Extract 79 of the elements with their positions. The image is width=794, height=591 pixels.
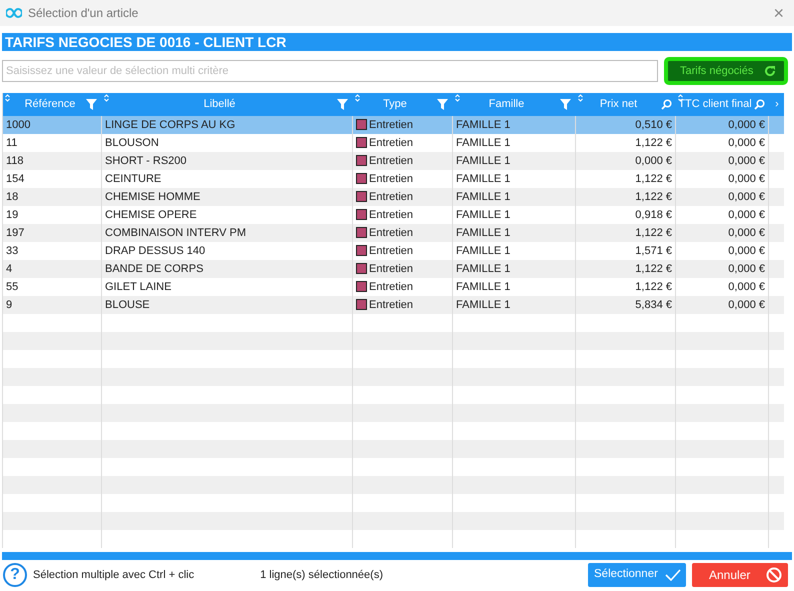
panel-title: TARIFS NEGOCIES DE 0016 - CLIENT LCR <box>2 33 792 51</box>
table-row[interactable]: 18 CHEMISE HOMME Entretien FAMILLE 1 1,122 € 0,000 € <box>3 188 784 206</box>
refresh-icon <box>764 65 776 77</box>
window-title: Sélection d'un article <box>28 5 138 22</box>
table-cell: BLOUSE <box>102 296 353 314</box>
column-header[interactable]: TTC client final <box>676 93 769 116</box>
type-label: Entretien <box>369 245 414 257</box>
type-label: Entretien <box>369 137 414 149</box>
table-cell: 118 <box>3 152 102 170</box>
filter-icon[interactable] <box>437 99 448 110</box>
column-header[interactable]: Famille <box>453 93 576 116</box>
type-label: Entretien <box>369 281 414 293</box>
help-text: Sélection multiple avec Ctrl + clic <box>33 568 194 583</box>
close-button[interactable]: × <box>769 4 788 22</box>
table-cell: 5,834 € <box>576 296 676 314</box>
type-label: Entretien <box>369 173 414 185</box>
search-icon[interactable] <box>661 99 672 110</box>
table-cell: 9 <box>3 296 102 314</box>
type-label: Entretien <box>369 263 414 275</box>
table-row[interactable]: 197 COMBINAISON INTERV PM Entretien FAMILLE 1 1,122 € 0,000 € <box>3 224 784 242</box>
column-header[interactable]: Référence <box>3 93 102 116</box>
table-cell: FAMILLE 1 <box>453 188 576 206</box>
table-cell: 1000 <box>3 116 102 134</box>
table-cell: 18 <box>3 188 102 206</box>
app-logo-icon <box>6 8 22 18</box>
table-cell: 0,510 € <box>576 116 676 134</box>
table-cell: 0,000 € <box>676 188 769 206</box>
prohibited-icon <box>766 567 782 583</box>
table-cell: 1,122 € <box>576 260 676 278</box>
table-cell: FAMILLE 1 <box>453 224 576 242</box>
filter-icon[interactable] <box>86 99 97 110</box>
check-icon <box>665 569 681 581</box>
table-cell: FAMILLE 1 <box>453 152 576 170</box>
table-cell: 0,000 € <box>576 152 676 170</box>
table-row[interactable]: 9 BLOUSE Entretien FAMILLE 1 5,834 € 0,000 € <box>3 296 784 314</box>
cancel-button[interactable]: Annuler <box>692 563 788 587</box>
table-cell: 1,122 € <box>576 188 676 206</box>
filter-icon[interactable] <box>337 99 348 110</box>
sort-icon[interactable] <box>355 94 360 102</box>
table-cell: SHORT - RS200 <box>102 152 353 170</box>
table-cell: FAMILLE 1 <box>453 260 576 278</box>
selection-status: 1 ligne(s) sélectionnée(s) <box>260 568 383 583</box>
table-cell: 1,122 € <box>576 224 676 242</box>
sort-icon[interactable] <box>104 94 109 102</box>
search-icon[interactable] <box>754 99 765 110</box>
sort-icon[interactable] <box>578 94 583 102</box>
type-label: Entretien <box>369 119 414 131</box>
type-label: Entretien <box>369 191 414 203</box>
search-field[interactable]: Saisissez une valeur de sélection multi critère <box>2 60 658 82</box>
table-cell: FAMILLE 1 <box>453 116 576 134</box>
sort-icon[interactable] <box>5 94 10 102</box>
select-button[interactable]: Sélectionner <box>588 563 686 587</box>
sort-icon[interactable] <box>455 94 460 102</box>
table-cell: 0,000 € <box>676 260 769 278</box>
type-label: Entretien <box>369 155 414 167</box>
scroll-right-button[interactable]: › <box>775 96 779 113</box>
table-row[interactable]: 1000 LINGE DE CORPS AU KG Entretien FAMILLE 1 0,510 € 0,000 € <box>3 116 784 134</box>
table-cell: FAMILLE 1 <box>453 296 576 314</box>
table-cell: BANDE DE CORPS <box>102 260 353 278</box>
table-row[interactable]: 118 SHORT - RS200 Entretien FAMILLE 1 0,000 € 0,000 € <box>3 152 784 170</box>
table-cell: COMBINAISON INTERV PM <box>102 224 353 242</box>
type-label: Entretien <box>369 209 414 221</box>
table-cell: CHEMISE HOMME <box>102 188 353 206</box>
type-label: Entretien <box>369 227 414 239</box>
table-cell: 0,000 € <box>676 152 769 170</box>
table-cell: LINGE DE CORPS AU KG <box>102 116 353 134</box>
toggle-button[interactable]: Tarifs négociés <box>664 57 788 85</box>
type-label: Entretien <box>369 299 414 311</box>
table-cell: 0,000 € <box>676 224 769 242</box>
column-header[interactable]: Type <box>353 93 453 116</box>
table-cell: 0,000 € <box>676 296 769 314</box>
table-cell: 4 <box>3 260 102 278</box>
filter-icon[interactable] <box>560 99 571 110</box>
table-cell: 197 <box>3 224 102 242</box>
table-row[interactable]: 4 BANDE DE CORPS Entretien FAMILLE 1 1,122 € 0,000 € <box>3 260 784 278</box>
column-header[interactable]: Prix net <box>576 93 676 116</box>
help-button[interactable]: ? <box>3 563 27 587</box>
column-header[interactable]: Libellé <box>102 93 353 116</box>
table-cell: 0,000 € <box>676 116 769 134</box>
